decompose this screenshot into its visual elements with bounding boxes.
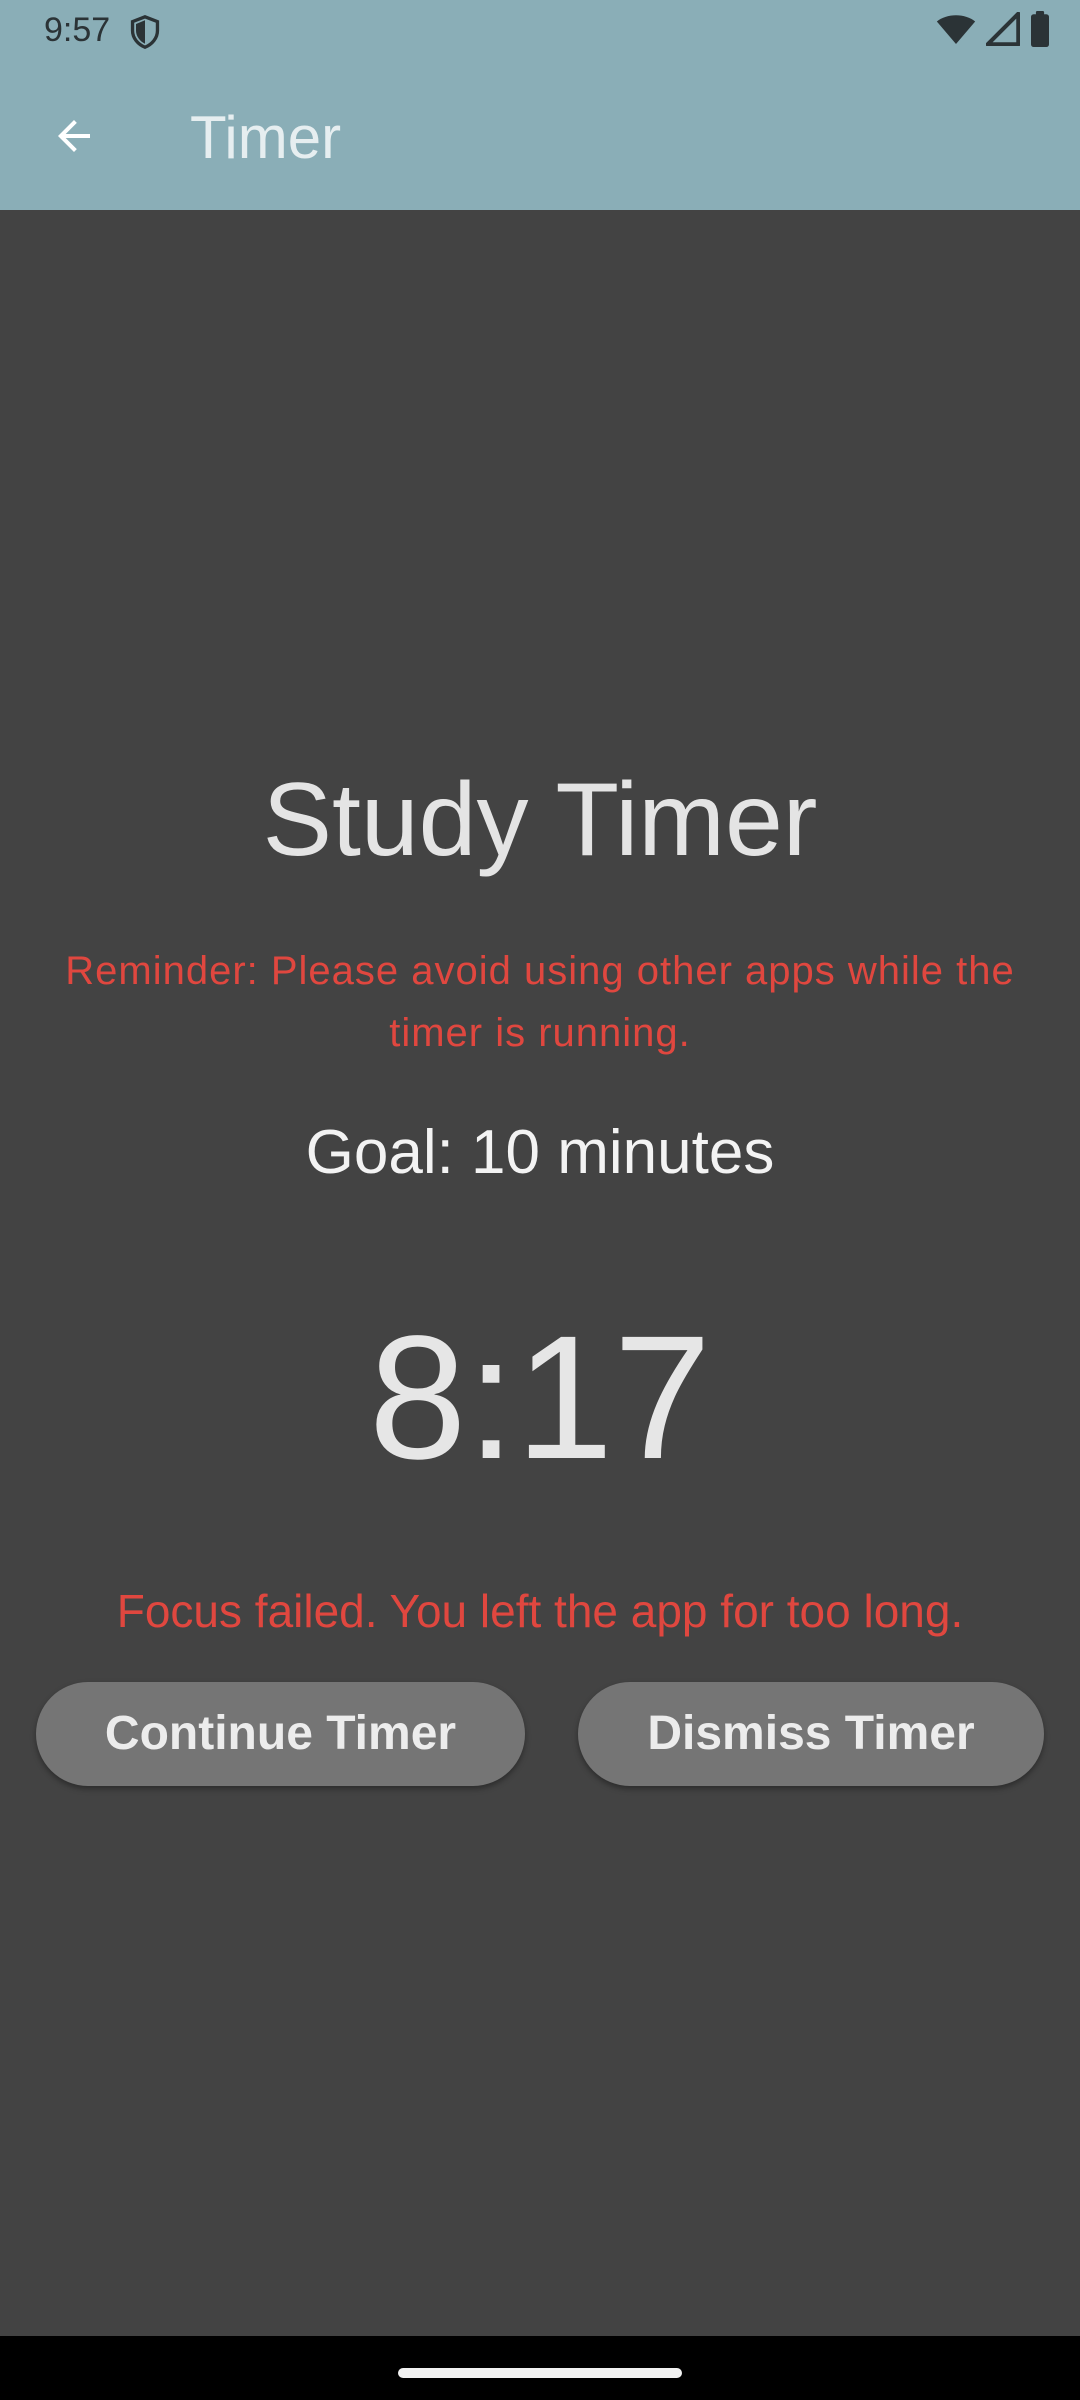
reminder-text: Reminder: Please avoid using other apps …	[65, 949, 1015, 1055]
navigation-bar	[0, 2336, 1080, 2400]
status-icons	[936, 10, 1050, 52]
app-bar: Timer	[0, 62, 1080, 210]
battery-icon	[1030, 10, 1050, 52]
status-bar: 9:57	[0, 0, 1080, 62]
shield-icon	[128, 14, 162, 50]
timer-display: 8:17	[368, 1300, 712, 1496]
study-timer-heading: Study Timer	[262, 762, 818, 878]
page-title: Timer	[190, 104, 342, 171]
dismiss-timer-button[interactable]: Dismiss Timer	[578, 1682, 1044, 1786]
arrow-left-icon	[50, 112, 98, 165]
wifi-icon	[936, 12, 976, 51]
back-button[interactable]	[30, 100, 118, 176]
timer-screen: 9:57 Timer Study Timer Reminder: Please …	[0, 0, 1080, 2400]
signal-icon	[985, 11, 1021, 51]
timer-content: Study Timer Reminder: Please avoid using…	[0, 210, 1080, 2336]
continue-timer-button[interactable]: Continue Timer	[36, 1682, 525, 1786]
goal-text: Goal: 10 minutes	[305, 1118, 775, 1187]
focus-failed-message: Focus failed. You left the app for too l…	[116, 1585, 964, 1637]
home-gesture-handle[interactable]	[398, 2368, 682, 2378]
status-time: 9:57	[44, 11, 111, 49]
